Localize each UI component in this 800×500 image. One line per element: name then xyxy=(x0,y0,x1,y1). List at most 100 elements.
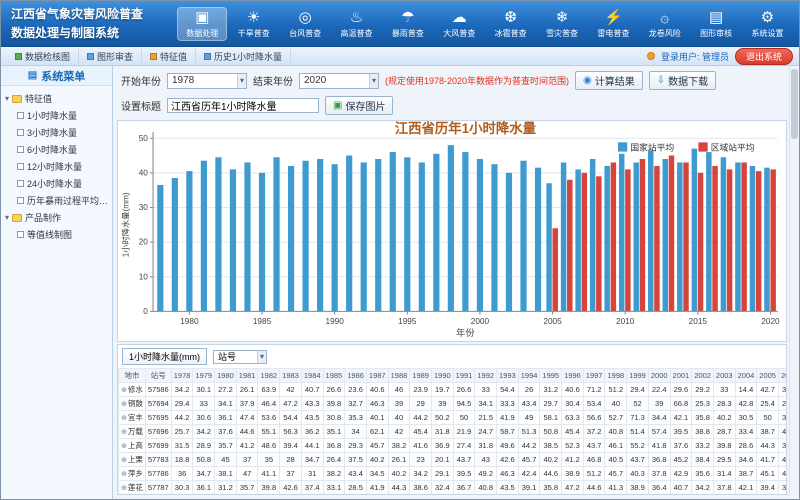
tree-item-0-1[interactable]: 3小时降水量 xyxy=(3,124,110,141)
sort-select[interactable]: 站号 ▾ xyxy=(213,350,267,364)
tree-item-0-0[interactable]: 1小时降水量 xyxy=(3,107,110,124)
value-cell: 27.4 xyxy=(453,439,475,453)
toolbar-item-hail-survey[interactable]: ❆冰雹普查 xyxy=(487,8,535,40)
expand-icon[interactable]: ⊕ xyxy=(121,457,127,464)
checkbox[interactable] xyxy=(17,112,24,119)
folder-icon xyxy=(12,214,22,222)
value-cell: 35.6 xyxy=(692,467,714,481)
column-header: 1984 xyxy=(301,369,323,383)
value-cell: 39 xyxy=(648,397,670,411)
value-cell: 38.6 xyxy=(410,481,432,495)
tree-item-1-0[interactable]: 等值线制图 xyxy=(3,226,110,243)
toolbar-item-wind-survey[interactable]: ☁大风普查 xyxy=(435,8,483,40)
value-cell: 29.4 xyxy=(627,383,649,397)
checkbox[interactable] xyxy=(17,180,24,187)
station-cell: 57787 xyxy=(145,481,171,495)
column-header: 1990 xyxy=(431,369,453,383)
tree-item-0-4[interactable]: 24小时降水量 xyxy=(3,175,110,192)
bar-regional xyxy=(669,156,674,312)
vertical-scrollbar[interactable] xyxy=(789,67,798,497)
end-year-select[interactable]: 2020 ▾ xyxy=(299,73,379,89)
toolbar-item-data-processing[interactable]: ▣数据处理 xyxy=(178,8,226,40)
value-cell: 40 xyxy=(605,397,627,411)
app-title-line1: 江西省气象灾害风险普查 xyxy=(11,5,171,24)
value-cell: 42.9 xyxy=(670,467,692,481)
value-cell: 34.5 xyxy=(366,467,388,481)
tree-item-0-5[interactable]: 历年暴雨过程平均周期 xyxy=(3,192,110,209)
expand-icon[interactable]: ⊕ xyxy=(121,415,127,422)
value-cell: 29 xyxy=(410,397,432,411)
logout-button[interactable]: 退出系统 xyxy=(735,48,793,65)
expand-icon[interactable]: ⊕ xyxy=(121,443,127,450)
calculate-button[interactable]: ◉ 计算结果 xyxy=(575,71,643,90)
checkbox[interactable] xyxy=(17,231,24,238)
toolbar-item-snow-survey[interactable]: ❄雪灾普查 xyxy=(538,8,586,40)
value-cell: 44.6 xyxy=(236,425,258,439)
subbar: 数据检核图图形审查特征值历史1小时降水量 登录用户: 管理员 退出系统 xyxy=(1,47,799,66)
toolbar-item-drought-survey[interactable]: ☀干旱普查 xyxy=(230,8,278,40)
tree-item-label: 24小时降水量 xyxy=(27,177,82,190)
subbar-tab-1[interactable]: 图形审查 xyxy=(79,49,142,64)
expand-icon[interactable]: ⊕ xyxy=(121,471,127,478)
value-cell: 38.2 xyxy=(388,439,410,453)
filter-bar: 开始年份 1978 ▾ 结束年份 2020 ▾ (规定使用1978-2020年数… xyxy=(117,68,787,93)
tree-group-0[interactable]: ▾特征值 xyxy=(3,90,110,107)
value-cell: 41.1 xyxy=(258,467,280,481)
value-type-chip[interactable]: 1小时降水量(mm) xyxy=(122,348,207,365)
chevron-down-icon: ▾ xyxy=(257,351,266,363)
bar-national xyxy=(506,173,512,312)
scrollbar-thumb[interactable] xyxy=(791,69,798,139)
toolbar-item-tornado-risk[interactable]: ۞龙卷风险 xyxy=(641,8,689,40)
bar-national xyxy=(561,162,566,311)
tree-item-0-2[interactable]: 6小时降水量 xyxy=(3,141,110,158)
subbar-tab-3[interactable]: 历史1小时降水量 xyxy=(196,49,291,64)
table-row: ⊕上高5769931.528.935.741.248.639.444.136.8… xyxy=(119,439,787,453)
value-cell: 35.1 xyxy=(323,425,345,439)
chart-title-input[interactable] xyxy=(167,98,319,113)
save-image-button[interactable]: ▣ 保存图片 xyxy=(325,96,393,115)
value-cell: 42 xyxy=(388,425,410,439)
value-cell: 39.4 xyxy=(280,439,302,453)
checkbox[interactable] xyxy=(17,197,24,204)
bar-national xyxy=(590,159,595,311)
value-cell: 31.5 xyxy=(171,439,193,453)
toolbar-item-typhoon-survey[interactable]: ◎台风普查 xyxy=(281,8,329,40)
value-cell: 47.2 xyxy=(562,481,584,495)
value-cell: 58.1 xyxy=(540,411,562,425)
expand-icon[interactable]: ⊕ xyxy=(121,485,127,492)
calculate-label: 计算结果 xyxy=(595,73,635,88)
subbar-tab-2[interactable]: 特征值 xyxy=(142,49,196,64)
toolbar-item-high-temp-survey[interactable]: ♨高温普查 xyxy=(333,8,381,40)
city-cell: ⊕上栗 xyxy=(119,453,146,467)
toolbar-item-lightning-survey[interactable]: ⚡雷电普查 xyxy=(589,8,637,40)
value-cell: 63.3 xyxy=(562,411,584,425)
download-button[interactable]: ⇩ 数据下载 xyxy=(649,71,716,90)
checkbox[interactable] xyxy=(17,129,24,136)
toolbar-item-system-settings[interactable]: ⚙系统设置 xyxy=(744,8,792,40)
toolbar-item-rainstorm-survey[interactable]: ☂暴雨普查 xyxy=(384,8,432,40)
city-cell: ⊕万载 xyxy=(119,425,146,439)
tree-item-0-3[interactable]: 12小时降水量 xyxy=(3,158,110,175)
image-icon: ▣ xyxy=(333,100,342,111)
table-scroll[interactable]: 地市站号197819791980198119821983198419851986… xyxy=(118,368,786,494)
toolbar-item-graphic-review[interactable]: ▤图形审核 xyxy=(692,8,740,40)
start-year-value: 1978 xyxy=(172,75,194,86)
tree-group-1[interactable]: ▾产品制作 xyxy=(3,209,110,226)
value-cell: 32.4 xyxy=(431,481,453,495)
column-header: 1983 xyxy=(280,369,302,383)
value-cell: 40.2 xyxy=(540,453,562,467)
checkbox[interactable] xyxy=(17,163,24,170)
caret-icon: ▾ xyxy=(5,213,9,222)
expand-icon[interactable]: ⊕ xyxy=(121,401,127,408)
column-header: 1995 xyxy=(540,369,562,383)
sidebar-tree: ▾特征值1小时降水量3小时降水量6小时降水量12小时降水量 24小时降水量历年暴雨… xyxy=(1,86,112,247)
expand-icon[interactable]: ⊕ xyxy=(121,429,127,436)
toolbar-item-label: 冰雹普查 xyxy=(495,28,527,39)
expand-icon[interactable]: ⊕ xyxy=(121,387,127,394)
start-year-select[interactable]: 1978 ▾ xyxy=(167,73,247,89)
bar-national xyxy=(721,157,726,311)
value-cell: 40.5 xyxy=(605,453,627,467)
subbar-tab-0[interactable]: 数据检核图 xyxy=(7,49,79,64)
start-year-label: 开始年份 xyxy=(121,73,161,88)
checkbox[interactable] xyxy=(17,146,24,153)
